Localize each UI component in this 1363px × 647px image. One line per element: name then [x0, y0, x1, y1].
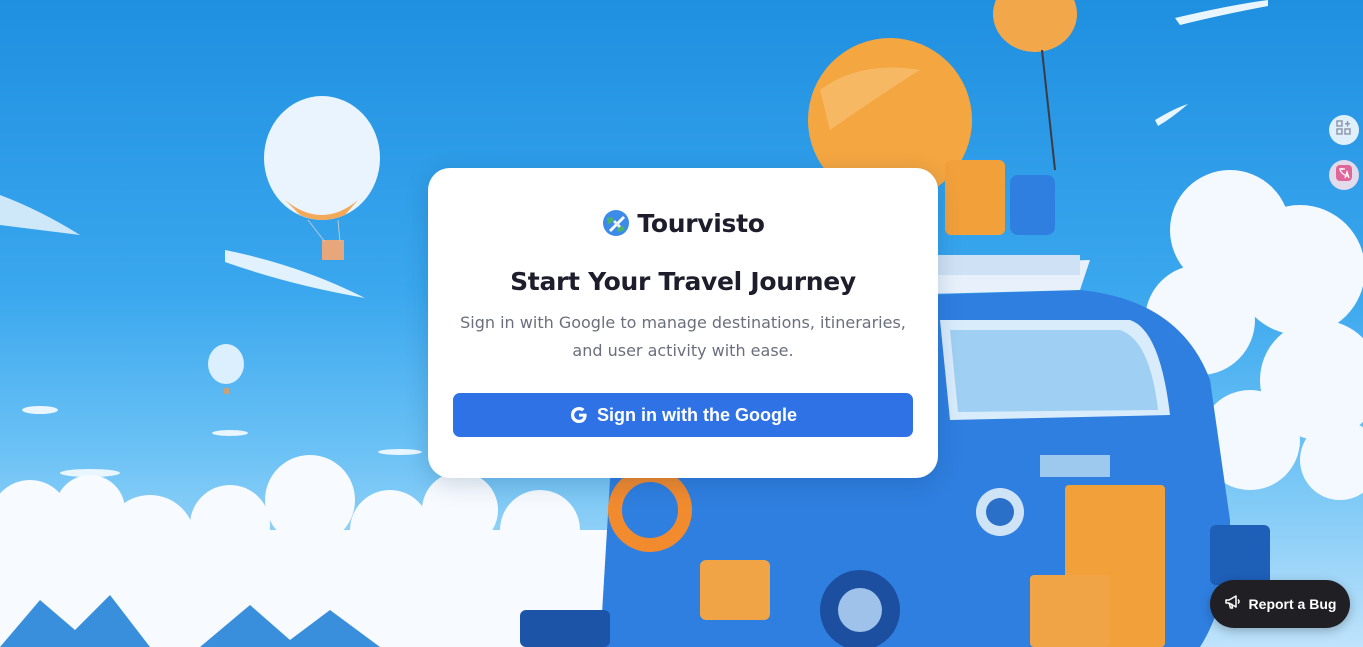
megaphone-icon — [1224, 593, 1242, 616]
google-sign-in-label: Sign in with the Google — [597, 404, 797, 425]
report-bug-button[interactable]: Report a Bug — [1210, 580, 1350, 628]
brand-name: Tourvisto — [637, 208, 765, 238]
google-sign-in-button[interactable]: Sign in with the Google — [453, 393, 913, 437]
translate-button[interactable] — [1329, 160, 1359, 190]
google-g-icon — [569, 405, 589, 425]
translate-icon — [1335, 164, 1353, 187]
apps-add-icon — [1336, 119, 1352, 141]
sign-in-card: Tourvisto Start Your Travel Journey Sign… — [428, 168, 938, 478]
subtitle-line-1: Sign in with Google to manage destinatio… — [460, 313, 906, 332]
globe-plane-icon — [601, 208, 631, 238]
report-bug-label: Report a Bug — [1248, 596, 1337, 612]
brand: Tourvisto — [428, 208, 938, 238]
page-title: Start Your Travel Journey — [510, 267, 856, 296]
subtitle-line-2: and user activity with ease. — [572, 341, 794, 360]
page-subtitle: Sign in with Google to manage destinatio… — [448, 309, 918, 365]
apps-add-button[interactable] — [1329, 115, 1359, 145]
